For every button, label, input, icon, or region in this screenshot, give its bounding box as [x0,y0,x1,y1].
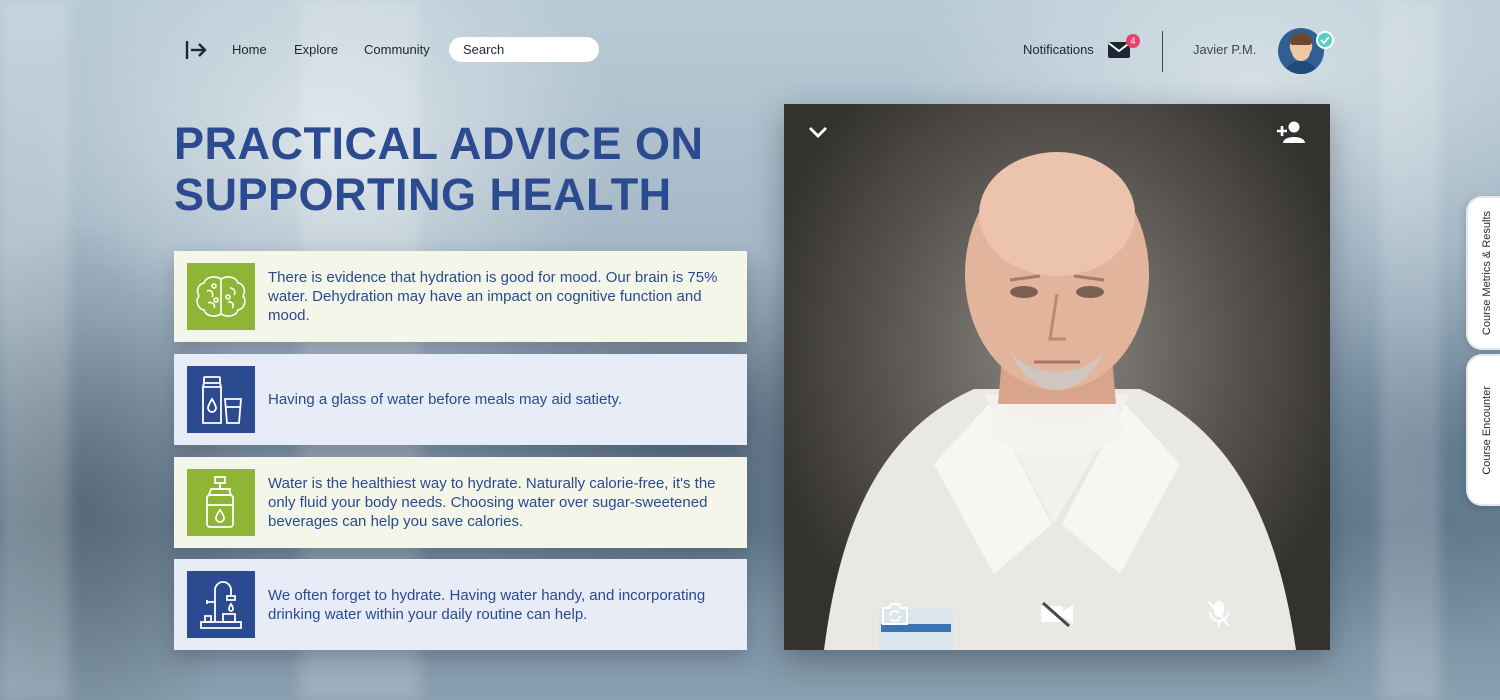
doctor-video-feed [824,152,1296,650]
page-title-line-2: SUPPORTING HEALTH [174,169,672,220]
tip-text: Water is the healthiest way to hydrate. … [268,475,716,530]
switch-camera-icon[interactable] [880,601,910,627]
tab-course-encounter-label: Course Encounter [1481,385,1493,475]
nav-divider [1162,31,1163,72]
tip-text: There is evidence that hydration is good… [268,269,718,324]
video-call-panel [784,104,1330,650]
page-title: PRACTICAL ADVICE ON SUPPORTING HEALTH [174,118,734,220]
faucet-icon [187,571,255,638]
notifications-link[interactable]: Notifications [1023,42,1094,57]
add-person-icon[interactable] [1277,120,1307,144]
nav-link-home[interactable]: Home [232,42,267,57]
water-dispenser-icon [187,469,255,536]
notification-badge: 4 [1126,34,1140,48]
verified-check-icon [1316,31,1334,49]
tab-course-encounter[interactable]: Course Encounter [1466,354,1500,506]
tip-text: Having a glass of water before meals may… [268,391,623,408]
nav-link-explore[interactable]: Explore [294,42,338,57]
user-name: Javier P.M. [1193,42,1257,57]
tab-course-metrics[interactable]: Course Metrics & Results [1466,196,1500,350]
tip-text: We often forget to hydrate. Having water… [268,586,706,623]
tip-card: There is evidence that hydration is good… [174,251,747,342]
page-title-line-1: PRACTICAL ADVICE ON [174,118,704,169]
search-input[interactable] [449,37,599,62]
nav-link-community[interactable]: Community [364,42,430,57]
exit-icon[interactable] [184,39,208,61]
video-off-icon[interactable] [1039,601,1075,627]
brain-icon [187,263,255,330]
tip-card: Having a glass of water before meals may… [174,354,747,445]
tip-card: Water is the healthiest way to hydrate. … [174,457,747,548]
avatar-shirt [1283,61,1319,74]
chevron-down-icon[interactable] [807,124,829,140]
top-nav: Home Explore Community Notifications 4 J… [0,0,1500,100]
microphone-off-icon[interactable] [1206,599,1232,629]
avatar-hair [1290,33,1312,45]
tip-card: We often forget to hydrate. Having water… [174,559,747,650]
water-bottle-glass-icon [187,366,255,433]
tab-course-metrics-label: Course Metrics & Results [1481,210,1493,336]
